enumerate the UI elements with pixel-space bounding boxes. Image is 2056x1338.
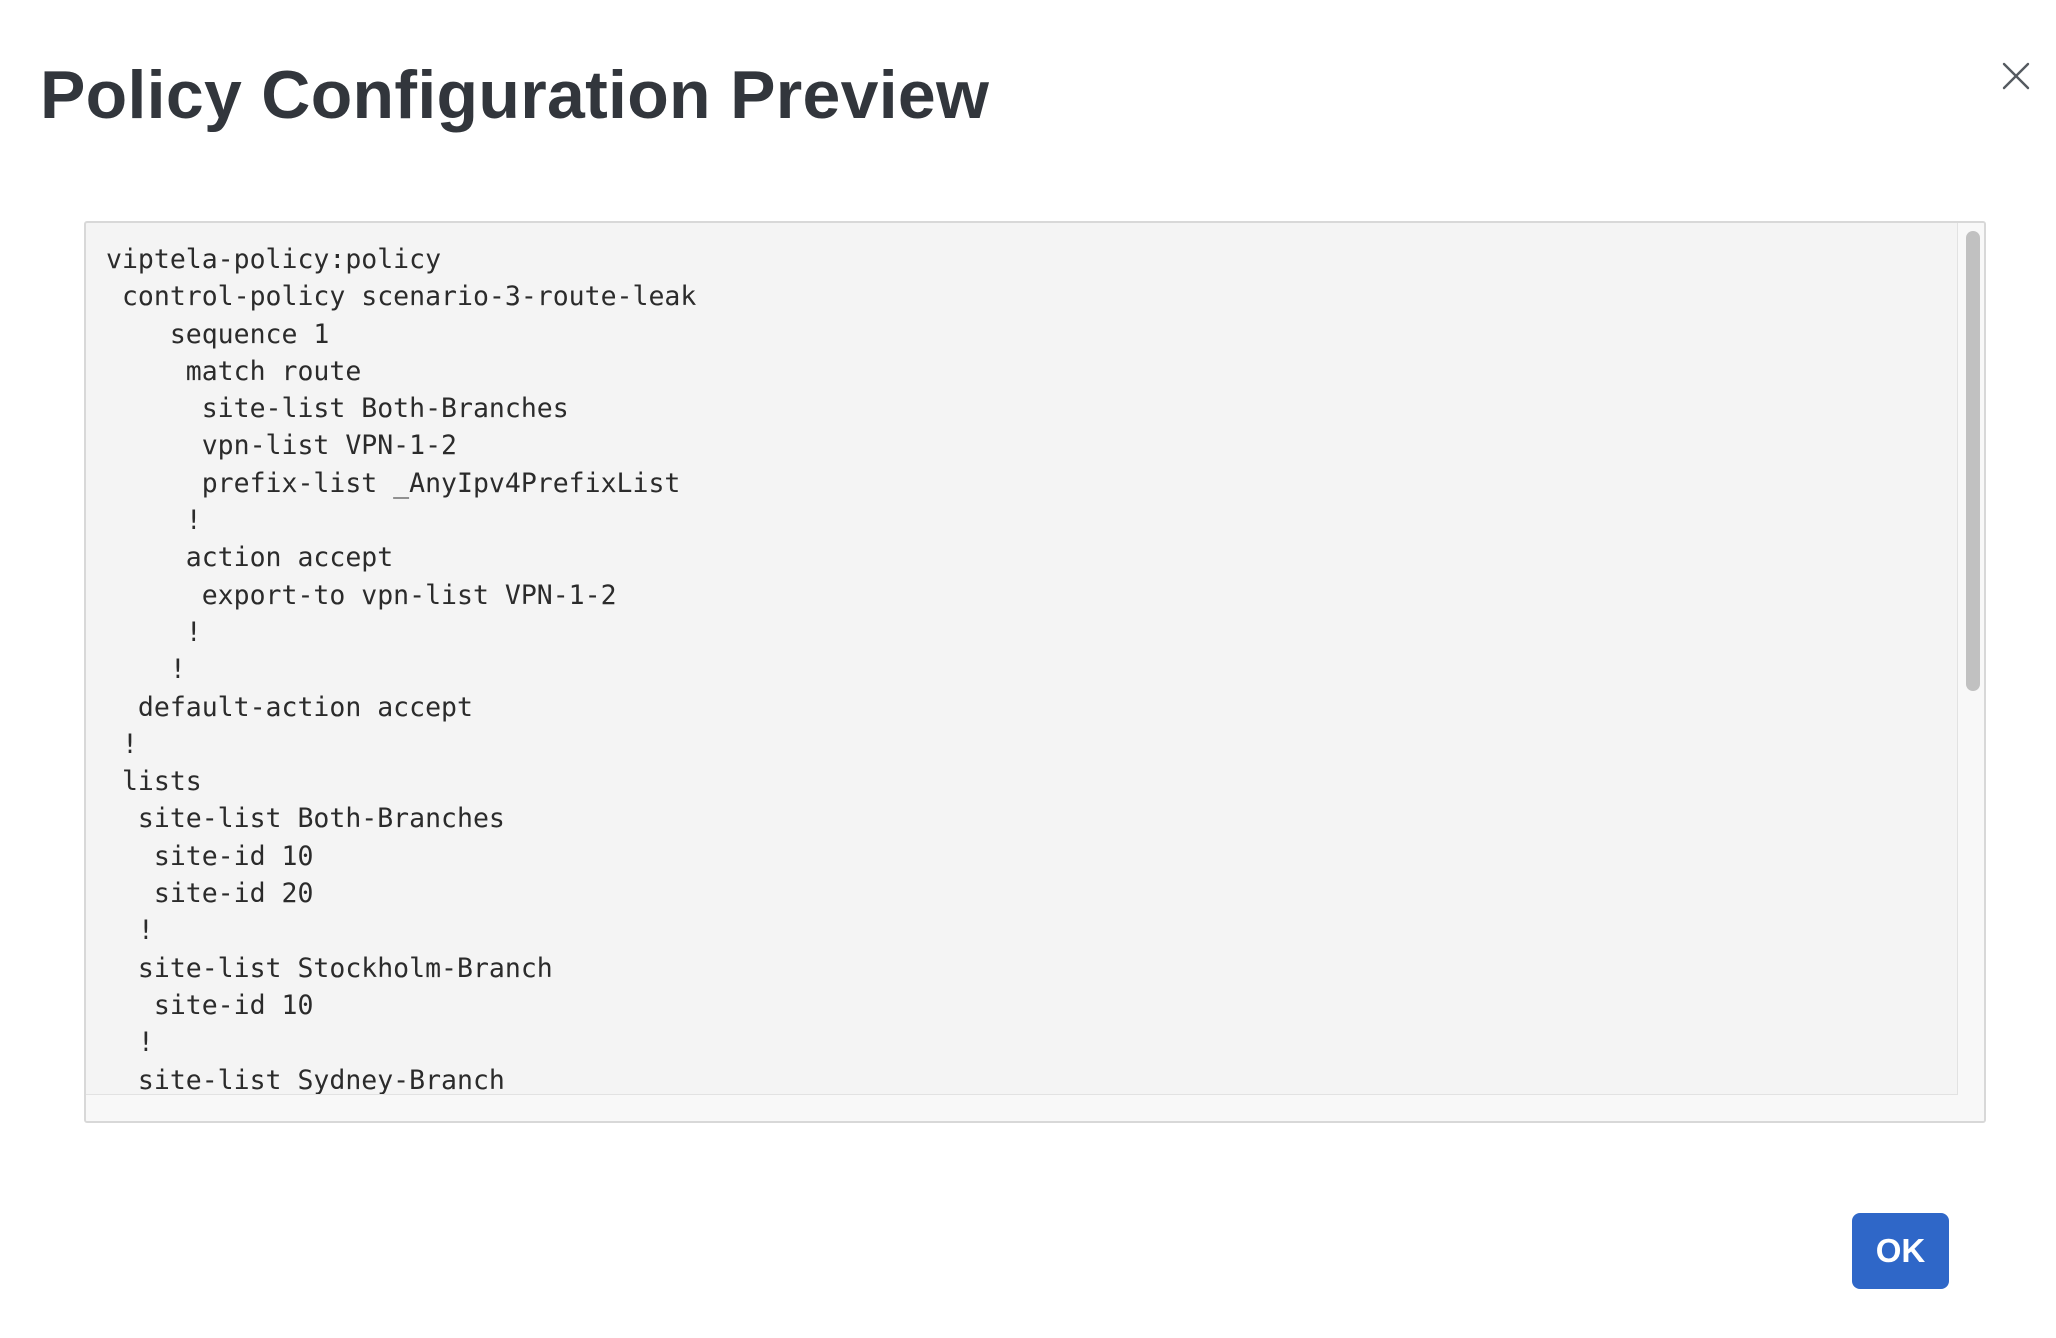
config-text-area[interactable]: viptela-policy:policy control-policy sce… [86, 223, 1958, 1095]
vertical-scrollbar[interactable] [1958, 223, 1984, 1095]
config-text: viptela-policy:policy control-policy sce… [106, 244, 697, 1095]
ok-button[interactable]: OK [1852, 1213, 1949, 1289]
close-button[interactable] [1998, 58, 2034, 94]
policy-preview-dialog: Policy Configuration Preview viptela-pol… [0, 0, 2056, 1338]
vertical-scrollbar-thumb[interactable] [1966, 231, 1980, 691]
close-icon [2002, 62, 2030, 90]
config-preview-box: viptela-policy:policy control-policy sce… [84, 221, 1986, 1123]
horizontal-scrollbar[interactable] [86, 1095, 1984, 1121]
dialog-title: Policy Configuration Preview [40, 57, 990, 133]
